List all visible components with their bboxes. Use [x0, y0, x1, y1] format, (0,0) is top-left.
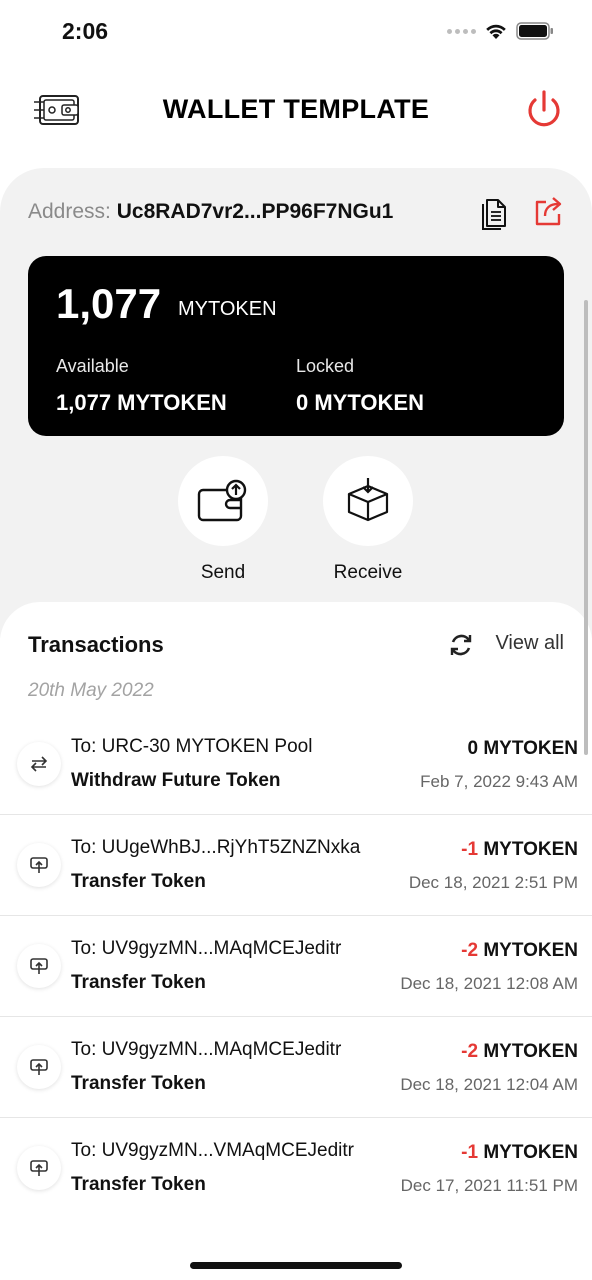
share-address-button[interactable]: [532, 194, 564, 228]
transaction-row[interactable]: To: UUgeWhBJ...RjYhT5ZNZNxka Transfer To…: [0, 815, 592, 916]
transaction-recipient: To: URC-30 MYTOKEN Pool: [71, 736, 313, 757]
transaction-amount-value: MYTOKEN: [478, 1041, 578, 1062]
available-value: 1,077 MYTOKEN: [56, 390, 227, 415]
transfer-icon: [17, 1045, 61, 1089]
transaction-amount-sign: -2: [461, 1041, 479, 1062]
transaction-amount-sign: -2: [461, 940, 479, 961]
refresh-icon: [450, 634, 472, 656]
balance-total: 1,077: [56, 280, 162, 327]
available-label: Available: [56, 356, 129, 376]
locked-value: 0 MYTOKEN: [296, 390, 424, 415]
scrollbar[interactable]: [584, 300, 588, 755]
transaction-row[interactable]: To: UV9gyzMN...VMAqMCEJeditr Transfer To…: [0, 1118, 592, 1219]
address-value: Uc8RAD7vr2...PP96F7NGu1: [116, 200, 394, 223]
locked-label: Locked: [296, 356, 355, 376]
transaction-amount: -2 MYTOKEN: [461, 940, 578, 962]
transaction-time: Feb 7, 2022 9:43 AM: [420, 772, 578, 791]
transaction-amount-value: MYTOKEN: [478, 940, 578, 961]
receive-icon-circle: [323, 456, 413, 546]
transaction-row[interactable]: To: URC-30 MYTOKEN Pool Withdraw Future …: [0, 714, 592, 815]
transaction-type: Transfer Token: [71, 1174, 206, 1195]
logout-button[interactable]: [524, 88, 564, 132]
transaction-row[interactable]: To: UV9gyzMN...MAqMCEJeditr Transfer Tok…: [0, 1017, 592, 1118]
transaction-type: Transfer Token: [71, 1073, 206, 1094]
transfer-icon: [17, 944, 61, 988]
transaction-time: Dec 18, 2021 12:08 AM: [400, 974, 578, 993]
receive-label: Receive: [333, 562, 403, 583]
transaction-type: Transfer Token: [71, 871, 206, 892]
transfer-icon: [17, 843, 61, 887]
refresh-button[interactable]: [448, 632, 474, 658]
battery-icon: [516, 22, 553, 40]
send-button[interactable]: Send: [168, 456, 278, 584]
status-bar: 2:06: [0, 0, 592, 64]
receive-button[interactable]: Receive: [313, 456, 423, 584]
transaction-amount-value: MYTOKEN: [478, 1142, 578, 1163]
copy-icon: [482, 199, 506, 230]
transaction-amount-sign: -1: [461, 1142, 479, 1163]
transactions-sheet: Transactions View all 20th May 2022 To: …: [0, 602, 592, 1280]
signal-icon: [447, 28, 476, 34]
send-wallet-icon: [197, 479, 247, 522]
address-label: Address:: [28, 200, 111, 223]
send-icon-circle: [178, 456, 268, 546]
transactions-list: To: URC-30 MYTOKEN Pool Withdraw Future …: [0, 714, 592, 1219]
status-icons: [447, 22, 554, 40]
balance-unit: MYTOKEN: [178, 298, 277, 320]
transaction-recipient: To: UUgeWhBJ...RjYhT5ZNZNxka: [71, 837, 361, 858]
send-label: Send: [200, 562, 246, 583]
power-icon: [528, 90, 560, 127]
transaction-time: Dec 18, 2021 2:51 PM: [408, 873, 578, 892]
transaction-amount: -2 MYTOKEN: [461, 1041, 578, 1063]
transactions-date: 20th May 2022: [28, 680, 154, 701]
transaction-time: Dec 18, 2021 12:04 AM: [400, 1075, 578, 1094]
transaction-type: Withdraw Future Token: [71, 770, 281, 791]
transaction-amount-sign: -1: [461, 839, 479, 860]
wifi-icon: [486, 24, 506, 39]
copy-address-button[interactable]: [478, 194, 510, 230]
swap-icon: [17, 742, 61, 786]
transfer-icon: [17, 1146, 61, 1190]
transaction-recipient: To: UV9gyzMN...VMAqMCEJeditr: [71, 1140, 354, 1161]
transaction-amount: -1 MYTOKEN: [461, 839, 578, 861]
view-all-link[interactable]: View all: [495, 632, 564, 655]
share-icon: [535, 197, 562, 226]
balance-card: 1,077 MYTOKEN Available 1,077 MYTOKEN Lo…: [28, 256, 564, 436]
wallet-panel: Address: Uc8RAD7vr2...PP96F7NGu1 1,077 M…: [0, 168, 592, 638]
transaction-amount-value: 0 MYTOKEN: [467, 738, 578, 759]
transaction-amount: -1 MYTOKEN: [461, 1142, 578, 1164]
page-title: WALLET TEMPLATE: [162, 94, 430, 124]
transaction-amount-value: MYTOKEN: [478, 839, 578, 860]
transaction-recipient: To: UV9gyzMN...MAqMCEJeditr: [71, 1039, 342, 1060]
transaction-recipient: To: UV9gyzMN...MAqMCEJeditr: [71, 938, 342, 959]
transaction-row[interactable]: To: UV9gyzMN...MAqMCEJeditr Transfer Tok…: [0, 916, 592, 1017]
transaction-type: Transfer Token: [71, 972, 206, 993]
receive-box-icon: [347, 478, 389, 522]
transactions-header: Transactions View all: [28, 632, 564, 662]
transactions-title: Transactions: [28, 632, 164, 657]
transaction-time: Dec 17, 2021 11:51 PM: [400, 1176, 578, 1195]
app-header: WALLET TEMPLATE: [0, 70, 592, 150]
transaction-amount: 0 MYTOKEN: [467, 738, 578, 760]
status-time: 2:06: [62, 18, 109, 44]
home-indicator[interactable]: [190, 1262, 402, 1269]
